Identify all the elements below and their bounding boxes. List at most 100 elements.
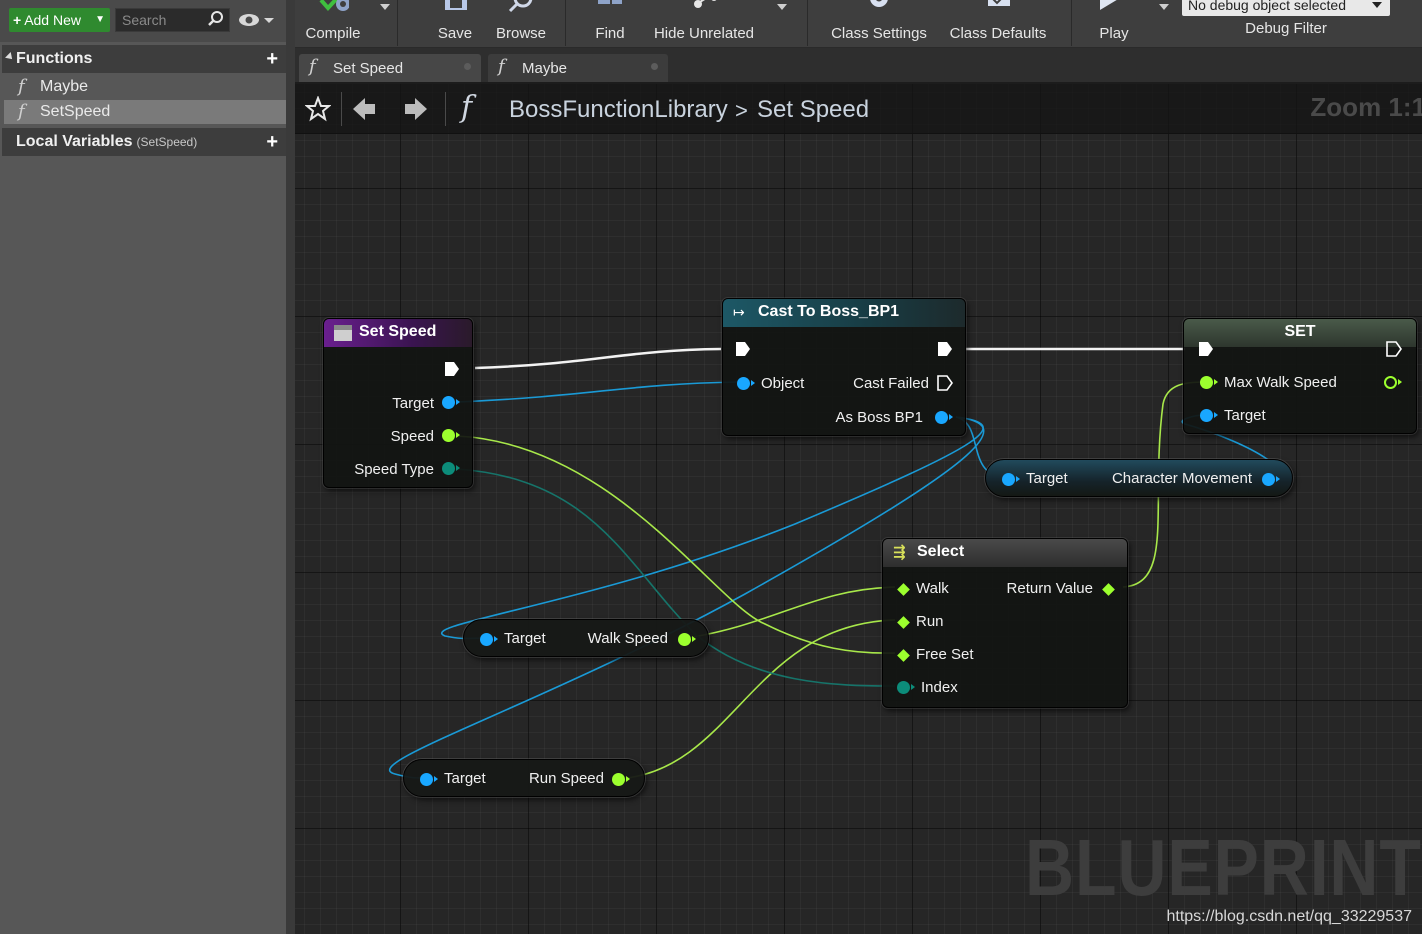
breadcrumb-library[interactable]: BossFunctionLibrary: [509, 96, 728, 124]
add-local-variable-button[interactable]: +: [266, 132, 278, 152]
local-variables-section-header[interactable]: Local Variables (SetSpeed) +: [2, 128, 286, 156]
toolbar-separator: [807, 0, 808, 46]
toolbar-separator: [397, 0, 398, 46]
exec-wire: [474, 347, 722, 370]
target-in-pin[interactable]: [1200, 409, 1218, 422]
exec-out-pin[interactable]: [937, 341, 953, 357]
favorite-star-icon[interactable]: [305, 96, 331, 122]
close-tab-icon[interactable]: [464, 63, 471, 70]
tab-label: Set Speed: [333, 60, 404, 77]
character-movement-node[interactable]: Target Character Movement: [985, 459, 1293, 497]
class-defaults-button[interactable]: Class Defaults: [947, 0, 1049, 46]
select-icon: ⇶: [893, 544, 906, 561]
find-button[interactable]: Find: [585, 0, 635, 46]
main-toolbar: Compile Save Browse Find Hide Unrelated: [295, 0, 1422, 48]
pin-label-object: Object: [761, 375, 805, 392]
tab-set-speed[interactable]: f Set Speed: [299, 54, 481, 82]
target-in-pin[interactable]: [1002, 473, 1020, 486]
pin-label-target: Target: [392, 395, 434, 412]
character-movement-out-pin[interactable]: [1262, 473, 1280, 486]
pin-label-target: Target: [1026, 470, 1068, 487]
graph-breadcrumb-bar: f BossFunctionLibrary > Set Speed Zoom 1…: [295, 84, 1422, 134]
add-new-label: Add New: [24, 12, 81, 28]
speed-out-pin[interactable]: [442, 429, 460, 442]
walk-speed-getter-node[interactable]: Target Walk Speed: [463, 619, 709, 657]
add-function-button[interactable]: +: [266, 49, 278, 69]
breadcrumb-function[interactable]: Set Speed: [757, 96, 869, 124]
zoom-level: Zoom 1:1: [1310, 92, 1422, 122]
blueprint-watermark: BLUEPRINT: [1025, 823, 1422, 912]
pin-label-walk: Walk: [916, 580, 949, 597]
class-settings-button[interactable]: Class Settings: [827, 0, 931, 46]
exec-out-pin[interactable]: [444, 361, 460, 377]
run-in-pin[interactable]: [897, 616, 910, 629]
collapse-arrow-icon[interactable]: [5, 52, 15, 62]
back-arrow-icon[interactable]: [351, 96, 377, 122]
pin-label-run: Run: [916, 613, 944, 630]
wire-layer: [388, 347, 1280, 779]
view-options-eye-icon[interactable]: [238, 10, 276, 30]
functions-section-header[interactable]: Functions +: [2, 45, 286, 73]
as-boss-out-pin[interactable]: [935, 411, 953, 424]
run-speed-getter-node[interactable]: Target Run Speed: [403, 759, 645, 797]
max-walk-speed-out-pin[interactable]: [1384, 376, 1402, 389]
search-input[interactable]: Search: [115, 8, 230, 32]
function-item-setspeed[interactable]: f SetSpeed: [4, 100, 286, 124]
exec-in-pin[interactable]: [1198, 341, 1214, 357]
hide-unrelated-chevron-icon[interactable]: [777, 4, 787, 10]
play-button[interactable]: Play: [1091, 0, 1137, 46]
plus-icon: +: [13, 12, 22, 28]
target-in-pin[interactable]: [420, 773, 438, 786]
run-speed-out-pin[interactable]: [612, 773, 630, 786]
exec-in-pin[interactable]: [735, 341, 751, 357]
forward-arrow-icon[interactable]: [403, 96, 429, 122]
cast-to-boss-node[interactable]: ↦ Cast To Boss_BP1 Object Cast Failed As…: [722, 298, 966, 436]
add-new-button[interactable]: + Add New ▼: [9, 8, 110, 32]
walk-speed-out-pin[interactable]: [678, 633, 696, 646]
cast-failed-exec-pin[interactable]: [937, 375, 953, 391]
function-entry-icon: [334, 325, 352, 341]
functions-title: Functions: [16, 50, 93, 67]
object-in-pin[interactable]: [737, 377, 755, 390]
node-title: Set Speed: [359, 323, 437, 340]
hide-unrelated-label: Hide Unrelated: [653, 25, 755, 42]
node-title: SET: [1284, 323, 1316, 340]
local-variables-label: Local Variables: [16, 133, 133, 150]
max-walk-speed-in-pin[interactable]: [1200, 376, 1218, 389]
compile-gear-icon: [319, 0, 349, 11]
search-icon: [208, 11, 223, 26]
return-value-out-pin[interactable]: [1102, 583, 1115, 596]
tab-maybe[interactable]: f Maybe: [488, 54, 668, 82]
debug-object-select[interactable]: No debug object selected: [1182, 0, 1390, 16]
function-item-maybe[interactable]: f Maybe: [4, 75, 286, 99]
exec-out-pin[interactable]: [1386, 341, 1402, 357]
close-tab-icon[interactable]: [651, 63, 658, 70]
target-out-pin[interactable]: [442, 396, 460, 409]
pin-label-max-walk-speed: Max Walk Speed: [1224, 374, 1337, 391]
free-set-in-pin[interactable]: [897, 649, 910, 662]
walk-in-pin[interactable]: [897, 583, 910, 596]
speed-type-out-pin[interactable]: [442, 462, 460, 475]
compile-options-chevron-icon[interactable]: [380, 4, 390, 10]
function-entry-node-set-speed[interactable]: Set Speed Target Speed Speed Type: [323, 318, 473, 488]
source-credit: https://blog.csdn.net/qq_33229537: [1166, 908, 1412, 925]
function-icon: f: [498, 56, 505, 77]
play-options-chevron-icon[interactable]: [1159, 4, 1169, 10]
local-variables-scope: (SetSpeed): [136, 135, 198, 149]
function-icon: f: [18, 101, 25, 122]
pin-label-speed-type: Speed Type: [354, 461, 434, 478]
chevron-down-icon: ▼: [95, 14, 105, 25]
browse-button[interactable]: Browse: [491, 0, 551, 46]
index-in-pin[interactable]: [897, 681, 915, 694]
select-node[interactable]: ⇶ Select Walk Return Value Run Free Set …: [882, 538, 1128, 708]
breadcrumb-separator: [445, 92, 446, 126]
save-button[interactable]: Save: [427, 0, 483, 46]
set-max-walk-speed-node[interactable]: SET Max Walk Speed Target: [1183, 318, 1417, 434]
compile-button[interactable]: Compile: [297, 0, 369, 46]
hide-unrelated-button[interactable]: Hide Unrelated: [651, 0, 757, 46]
blueprint-graph-canvas[interactable]: f BossFunctionLibrary > Set Speed Zoom 1…: [295, 84, 1422, 934]
node-header: ⇶ Select: [883, 539, 1127, 567]
save-label: Save: [437, 25, 473, 42]
target-in-pin[interactable]: [480, 633, 498, 646]
panel-splitter[interactable]: [286, 0, 295, 934]
